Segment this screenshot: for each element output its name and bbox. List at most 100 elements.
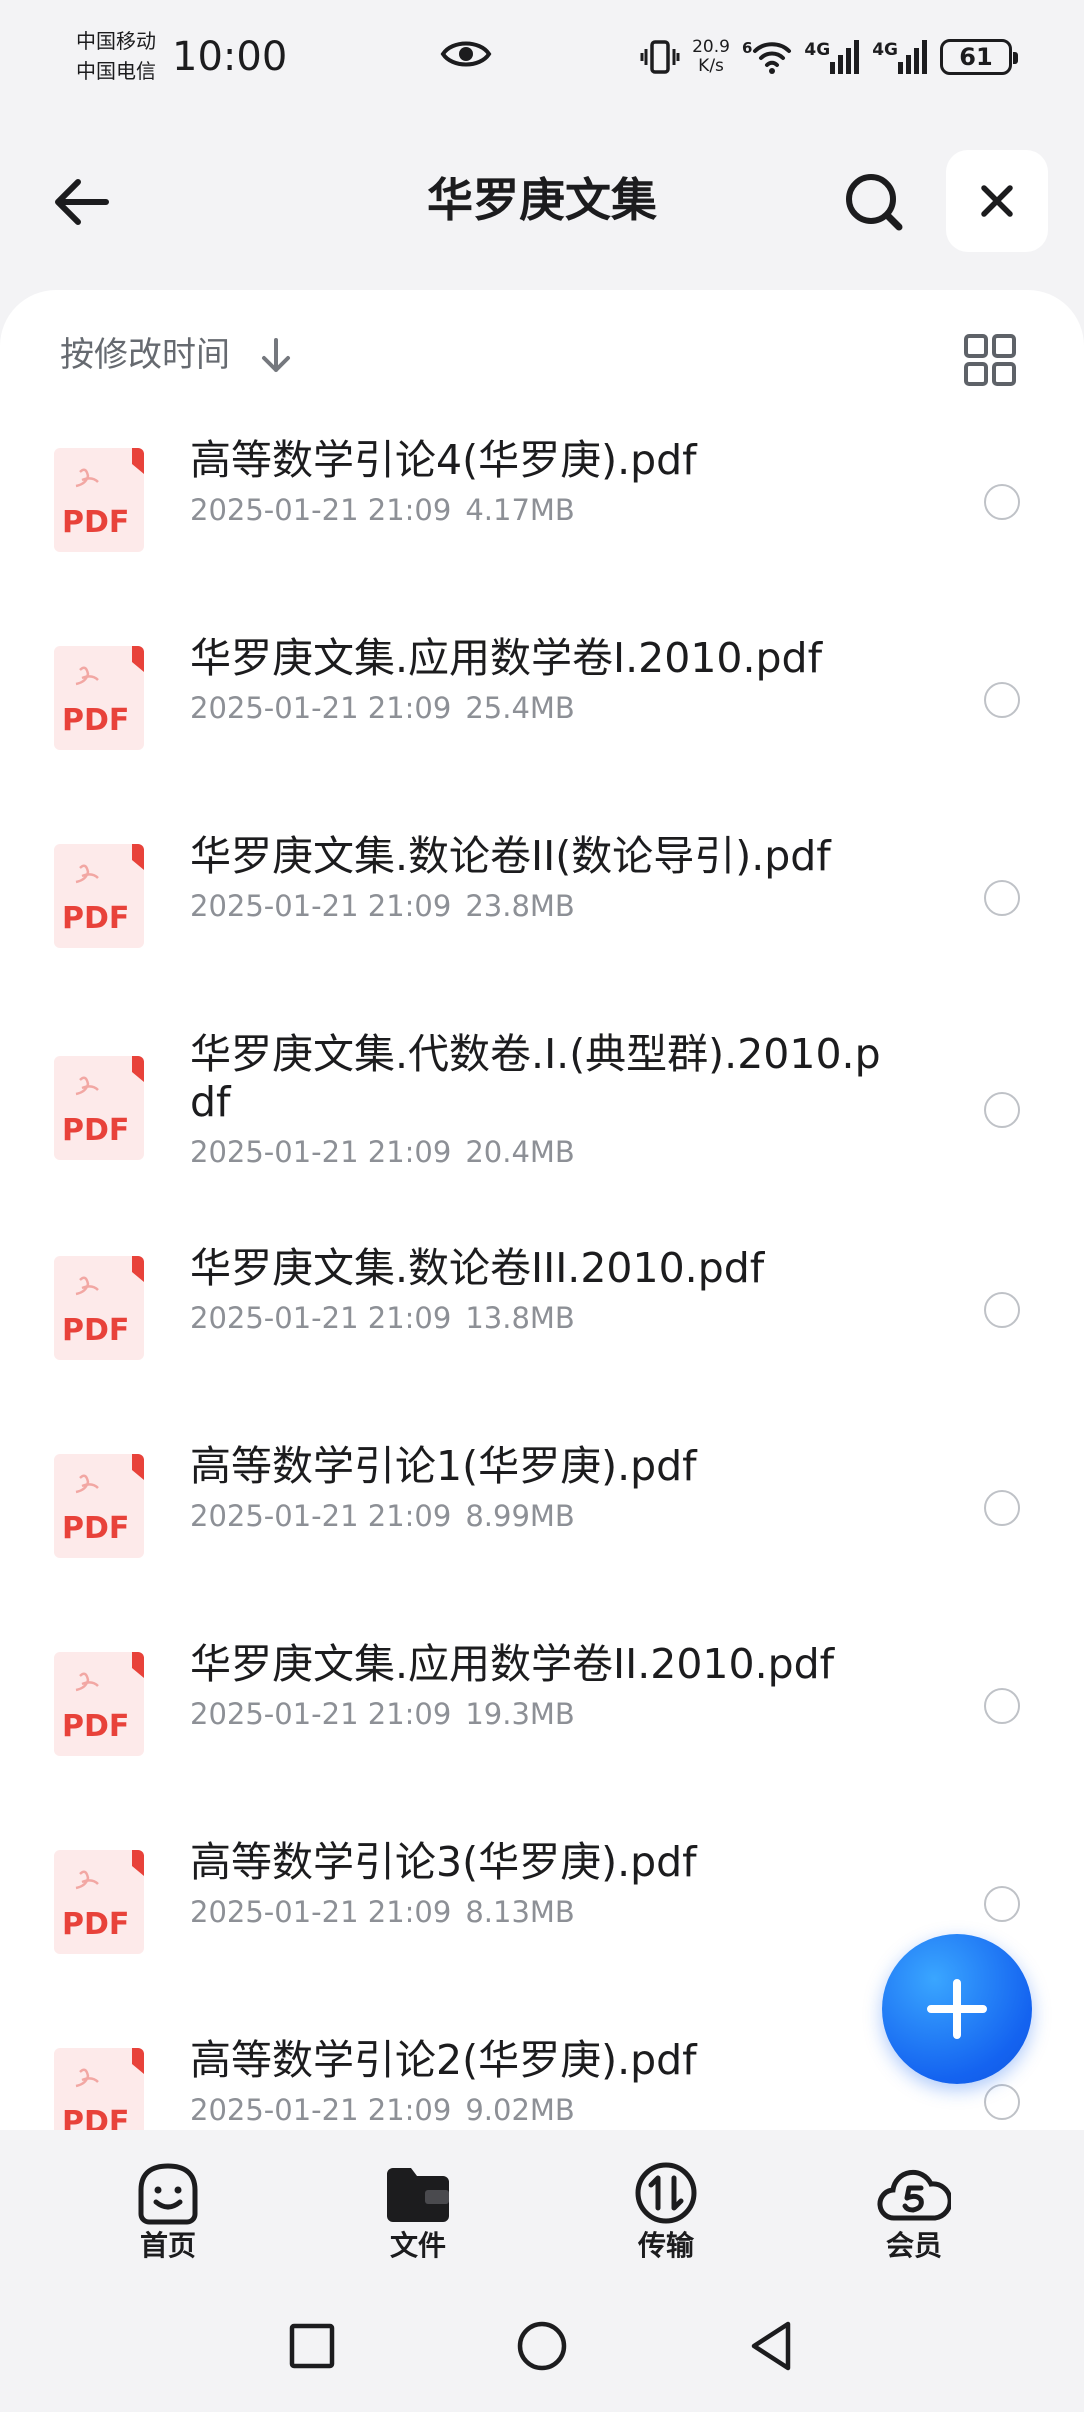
- file-meta: 2025-01-21 21:09 25.4MB: [190, 690, 890, 726]
- grid-view-icon[interactable]: [962, 332, 1018, 388]
- close-button[interactable]: [946, 150, 1048, 252]
- carrier-2: 中国电信: [76, 59, 156, 83]
- status-bar: 中国移动 中国电信 10:00 20.9 K/s 6 4G 4G 61: [0, 0, 1084, 116]
- pdf-icon-label: PDF: [62, 1113, 129, 1148]
- home-face-icon: [138, 2163, 198, 2225]
- pdf-file-icon: PDF: [54, 646, 144, 750]
- file-text: 华罗庚文集.数论卷II(数论导引).pdf 2025-01-21 21:09 23…: [190, 832, 890, 924]
- pdf-icon-label: PDF: [62, 1313, 129, 1348]
- file-text: 华罗庚文集.数论卷III.2010.pdf 2025-01-21 21:09 13…: [190, 1244, 890, 1336]
- nav-item-transfer[interactable]: 传输: [606, 2160, 726, 2264]
- file-select-checkbox[interactable]: [984, 880, 1020, 916]
- pdf-file-icon: PDF: [54, 844, 144, 948]
- cloud-vip-icon: [877, 2169, 951, 2221]
- file-meta: 2025-01-21 21:09 19.3MB: [190, 1696, 890, 1732]
- home-circle-icon[interactable]: [514, 2318, 570, 2374]
- file-size: 19.3MB: [465, 1697, 575, 1731]
- file-select-checkbox[interactable]: [984, 682, 1020, 718]
- file-meta: 2025-01-21 21:09 8.13MB: [190, 1894, 890, 1930]
- app-screen: 中国移动 中国电信 10:00 20.9 K/s 6 4G 4G 61 华罗庚文…: [0, 0, 1084, 2412]
- file-select-checkbox[interactable]: [984, 2084, 1020, 2120]
- file-name: 高等数学引论3(华罗庚).pdf: [190, 1838, 697, 1886]
- carrier-names: 中国移动 中国电信: [76, 26, 156, 86]
- file-meta: 2025-01-21 21:09 4.17MB: [190, 492, 890, 528]
- file-date: 2025-01-21 21:09: [190, 2093, 452, 2127]
- file-select-checkbox[interactable]: [984, 1092, 1020, 1128]
- file-size: 9.02MB: [465, 2093, 575, 2127]
- nav-item-home[interactable]: 首页: [108, 2160, 228, 2264]
- net-speed-value: 20.9: [692, 37, 730, 57]
- wifi-tag: 6: [741, 39, 753, 57]
- status-time: 10:00: [172, 34, 288, 80]
- signal-2: 4G: [872, 40, 928, 74]
- signal-bars-icon: [898, 40, 927, 74]
- file-text: 高等数学引论2(华罗庚).pdf 2025-01-21 21:09 9.02MB: [190, 2036, 890, 2128]
- pdf-file-icon: PDF: [54, 448, 144, 552]
- pdf-icon-label: PDF: [62, 1907, 129, 1942]
- back-triangle-icon[interactable]: [744, 2318, 800, 2374]
- file-name: 高等数学引论1(华罗庚).pdf: [190, 1442, 697, 1490]
- arrow-down-icon[interactable]: [256, 336, 296, 376]
- file-row[interactable]: PDF 华罗庚文集.数论卷III.2010.pdf 2025-01-21 21:…: [0, 1230, 1084, 1428]
- file-text: 华罗庚文集.应用数学卷II.2010.pdf 2025-01-21 21:09 1…: [190, 1640, 890, 1732]
- file-text: 华罗庚文集.应用数学卷I.2010.pdf 2025-01-21 21:09 25…: [190, 634, 890, 726]
- file-select-checkbox[interactable]: [984, 1490, 1020, 1526]
- nav-label-home: 首页: [139, 2229, 196, 2262]
- wifi-icon: [753, 42, 792, 74]
- file-select-checkbox[interactable]: [984, 484, 1020, 520]
- file-size: 8.13MB: [465, 1895, 575, 1929]
- file-row[interactable]: PDF 华罗庚文集.代数卷.I.(典型群).2010.pdf 2025-01-2…: [0, 1016, 1084, 1230]
- add-button[interactable]: [882, 1934, 1032, 2084]
- file-date: 2025-01-21 21:09: [190, 691, 452, 725]
- battery-indicator: 61: [940, 39, 1018, 75]
- plus-icon: [927, 1979, 987, 2039]
- file-row[interactable]: PDF 华罗庚文集.应用数学卷I.2010.pdf 2025-01-21 21:…: [0, 620, 1084, 818]
- signal-2-label: 4G: [872, 40, 898, 60]
- file-size: 13.8MB: [465, 1301, 575, 1335]
- eye-comfort-icon: [440, 41, 492, 67]
- vibrate-icon: [640, 40, 680, 74]
- nav-item-vip[interactable]: 会员: [854, 2160, 974, 2264]
- signal-1-label: 4G: [804, 40, 831, 60]
- file-name: 华罗庚文集.数论卷II(数论导引).pdf: [190, 832, 831, 880]
- file-select-checkbox[interactable]: [984, 1688, 1020, 1724]
- file-select-checkbox[interactable]: [984, 1292, 1020, 1328]
- net-speed: 20.9 K/s: [692, 38, 730, 76]
- signal-1: 4G: [804, 40, 860, 74]
- file-size: 8.99MB: [465, 1499, 575, 1533]
- pdf-icon-label: PDF: [62, 703, 129, 738]
- nav-label-transfer: 传输: [637, 2229, 694, 2262]
- pdf-file-icon: PDF: [54, 1454, 144, 1558]
- sort-bar: 按修改时间: [0, 290, 1084, 422]
- pdf-file-icon: PDF: [54, 1652, 144, 1756]
- pdf-file-icon: PDF: [54, 1850, 144, 1954]
- file-name: 华罗庚文集.应用数学卷II.2010.pdf: [190, 1640, 835, 1688]
- file-row[interactable]: PDF 高等数学引论4(华罗庚).pdf 2025-01-21 21:09 4.1…: [0, 422, 1084, 620]
- file-date: 2025-01-21 21:09: [190, 1697, 452, 1731]
- file-name: 华罗庚文集.应用数学卷I.2010.pdf: [190, 634, 823, 682]
- file-date: 2025-01-21 21:09: [190, 889, 452, 923]
- file-row[interactable]: PDF 高等数学引论1(华罗庚).pdf 2025-01-21 21:09 8.9…: [0, 1428, 1084, 1626]
- file-meta: 2025-01-21 21:09 23.8MB: [190, 888, 890, 924]
- pdf-file-icon: PDF: [54, 1256, 144, 1360]
- file-name: 华罗庚文集.数论卷III.2010.pdf: [190, 1244, 765, 1292]
- file-date: 2025-01-21 21:09: [190, 1301, 452, 1335]
- pdf-icon-label: PDF: [62, 1709, 129, 1744]
- file-date: 2025-01-21 21:09: [190, 1895, 452, 1929]
- file-row[interactable]: PDF 华罗庚文集.数论卷II(数论导引).pdf 2025-01-21 21:…: [0, 818, 1084, 1016]
- nav-item-files[interactable]: 文件: [358, 2160, 478, 2264]
- file-text: 高等数学引论4(华罗庚).pdf 2025-01-21 21:09 4.17MB: [190, 436, 890, 528]
- recent-apps-icon[interactable]: [284, 2318, 340, 2374]
- file-text: 高等数学引论1(华罗庚).pdf 2025-01-21 21:09 8.99MB: [190, 1442, 890, 1534]
- bottom-nav: 首页 文件 传输 会员: [0, 2130, 1084, 2280]
- search-button[interactable]: [836, 164, 912, 240]
- file-select-checkbox[interactable]: [984, 1886, 1020, 1922]
- file-name: 高等数学引论4(华罗庚).pdf: [190, 436, 697, 484]
- file-meta: 2025-01-21 21:09 8.99MB: [190, 1498, 890, 1534]
- pdf-icon-label: PDF: [62, 901, 129, 936]
- file-size: 25.4MB: [465, 691, 575, 725]
- sort-by-modified-button[interactable]: 按修改时间: [60, 332, 230, 378]
- pdf-icon-label: PDF: [62, 1511, 129, 1546]
- file-meta: 2025-01-21 21:09 13.8MB: [190, 1300, 890, 1336]
- file-row[interactable]: PDF 华罗庚文集.应用数学卷II.2010.pdf 2025-01-21 21…: [0, 1626, 1084, 1824]
